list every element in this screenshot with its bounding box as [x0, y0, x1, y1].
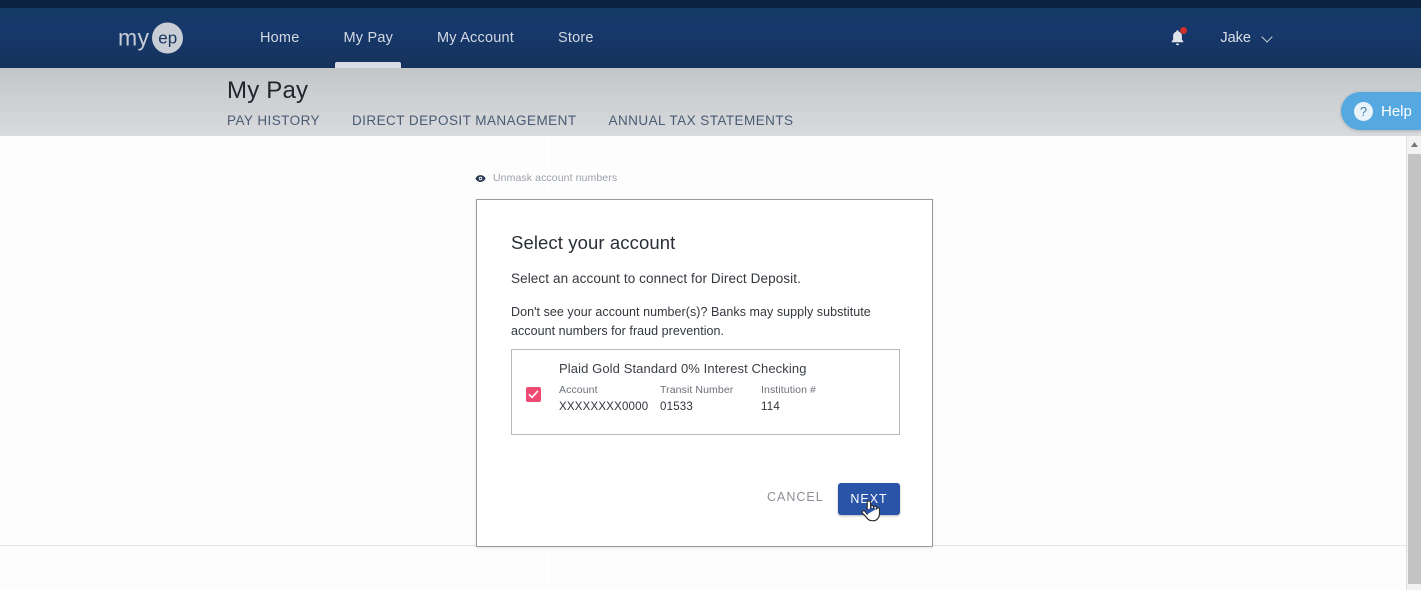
nav-item-my-account[interactable]: My Account	[415, 8, 536, 68]
app-root: my ep Home My Pay My Account Store Jake	[0, 0, 1421, 590]
account-column-account: Account XXXXXXXX0000	[559, 384, 660, 413]
user-name-label: Jake	[1220, 30, 1251, 46]
unmask-account-numbers-toggle[interactable]: Unmask account numbers	[475, 172, 617, 184]
subtab-annual-tax-statements[interactable]: ANNUAL TAX STATEMENTS	[609, 113, 826, 128]
logo-circle: ep	[152, 22, 184, 54]
nav-item-store[interactable]: Store	[536, 8, 616, 68]
primary-nav: Home My Pay My Account Store	[238, 8, 616, 68]
subtab-direct-deposit-management[interactable]: DIRECT DEPOSIT MANAGEMENT	[352, 113, 609, 128]
modal-subheading: Select an account to connect for Direct …	[511, 271, 801, 286]
modal-note: Don't see your account number(s)? Banks …	[511, 305, 871, 338]
next-button[interactable]: NEXT	[838, 483, 900, 515]
sub-navigation: PAY HISTORY DIRECT DEPOSIT MANAGEMENT AN…	[227, 113, 826, 128]
nav-item-home[interactable]: Home	[238, 8, 321, 68]
select-account-modal: Select your account Select an account to…	[476, 199, 933, 547]
account-column-transit-number: Transit Number 01533	[660, 384, 761, 413]
scrollbar-up-arrow[interactable]	[1407, 136, 1421, 152]
account-detail-columns: Account XXXXXXXX0000 Transit Number 0153…	[559, 384, 861, 413]
logo-word: my	[118, 24, 150, 51]
account-option-card[interactable]: Plaid Gold Standard 0% Interest Checking…	[511, 349, 900, 435]
notification-bell-button[interactable]	[1158, 19, 1196, 57]
account-column-value: XXXXXXXX0000	[559, 401, 649, 413]
scrollbar-thumb[interactable]	[1408, 154, 1421, 584]
vertical-scrollbar[interactable]	[1406, 136, 1421, 590]
account-column-label: Institution #	[761, 384, 816, 396]
account-column-value: 01533	[660, 401, 693, 413]
page-title: My Pay	[227, 77, 309, 104]
myep-logo[interactable]: my ep	[118, 22, 184, 54]
account-checkbox[interactable]	[526, 387, 541, 402]
account-column-label: Transit Number	[660, 384, 734, 396]
chevron-down-icon	[1263, 33, 1273, 43]
question-circle-icon: ?	[1354, 101, 1373, 121]
caret-up-icon	[1411, 141, 1418, 147]
account-column-label: Account	[559, 384, 598, 396]
account-name: Plaid Gold Standard 0% Interest Checking	[559, 361, 807, 376]
cancel-button[interactable]: CANCEL	[767, 490, 824, 504]
subtab-pay-history[interactable]: PAY HISTORY	[227, 113, 352, 128]
notification-badge-dot	[1180, 27, 1188, 34]
eye-icon	[475, 174, 486, 182]
modal-heading: Select your account	[511, 232, 676, 253]
account-column-institution-number: Institution # 114	[761, 384, 861, 413]
main-navbar: my ep Home My Pay My Account Store Jake	[0, 8, 1421, 68]
user-menu-button[interactable]: Jake	[1220, 30, 1273, 46]
help-button[interactable]: ? Help	[1341, 92, 1421, 130]
nav-item-my-pay[interactable]: My Pay	[321, 8, 415, 68]
unmask-label: Unmask account numbers	[493, 172, 618, 184]
account-column-value: 114	[761, 401, 780, 413]
help-label: Help	[1381, 102, 1412, 120]
top-strip	[0, 0, 1421, 8]
nav-right-group: Jake	[1158, 8, 1421, 68]
checkmark-icon	[528, 390, 539, 399]
